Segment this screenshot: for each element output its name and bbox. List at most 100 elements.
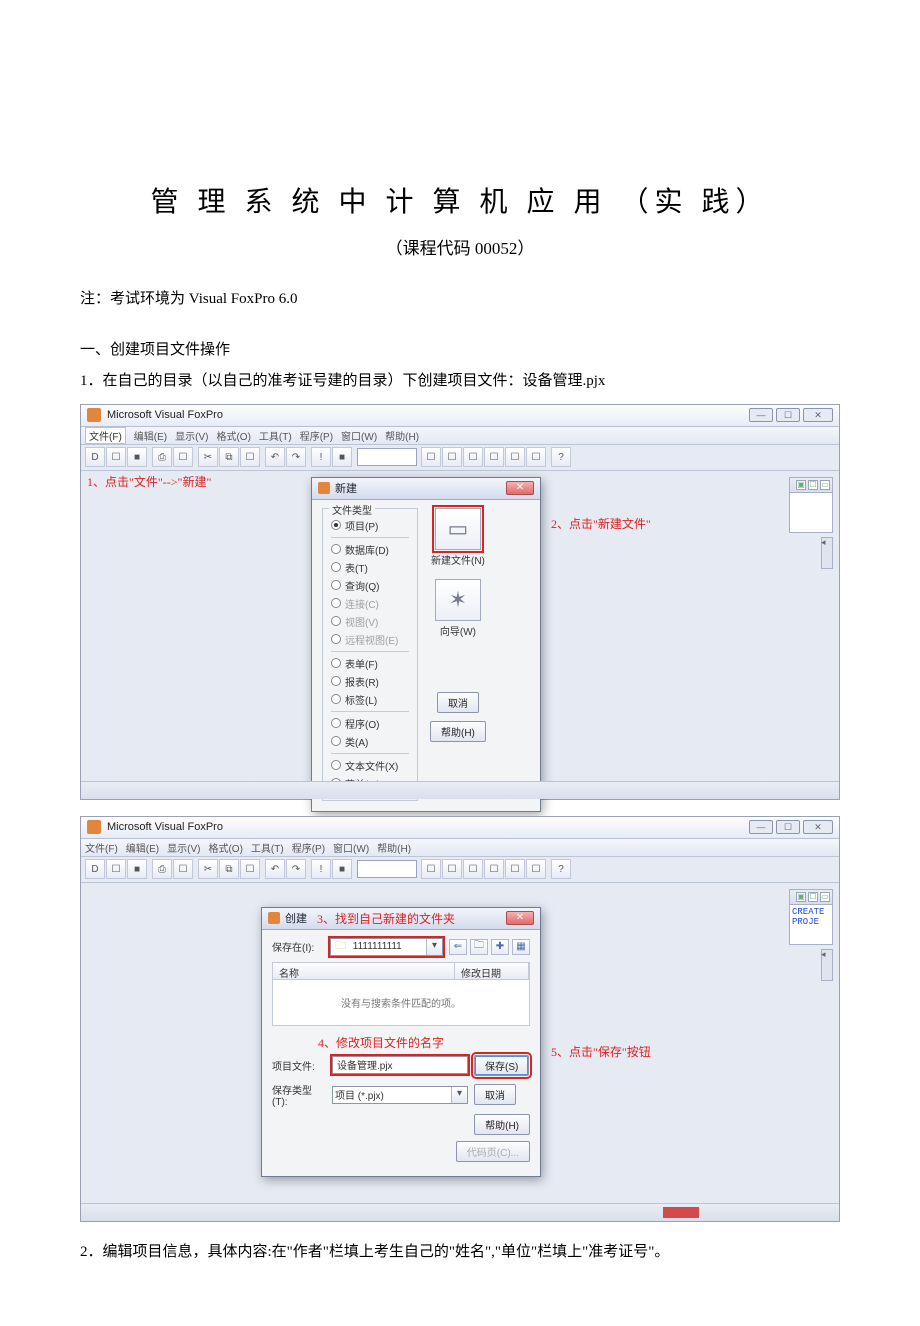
- menu-format[interactable]: 格式(O): [216, 428, 250, 443]
- menu-format[interactable]: 格式(O): [208, 840, 242, 855]
- tool-win-icon[interactable]: ☐: [526, 447, 546, 467]
- menu-view[interactable]: 显示(V): [175, 428, 208, 443]
- chevron-down-icon[interactable]: ▾: [426, 939, 442, 955]
- new-icon[interactable]: D: [85, 447, 105, 467]
- menu-help[interactable]: 帮助(H): [385, 428, 419, 443]
- menu-edit[interactable]: 编辑(E): [126, 840, 159, 855]
- save-button[interactable]: 保存(S): [474, 1055, 529, 1076]
- cut-icon[interactable]: ✂: [198, 859, 218, 879]
- stop-icon[interactable]: ■: [332, 447, 352, 467]
- panel-icon[interactable]: ▭: [820, 892, 830, 902]
- radio-form[interactable]: 表单(F): [331, 656, 409, 671]
- copy-icon[interactable]: ⧉: [219, 859, 239, 879]
- save-icon[interactable]: ■: [127, 859, 147, 879]
- back-icon[interactable]: ⇐: [449, 939, 467, 955]
- help-button[interactable]: 帮助(H): [474, 1114, 530, 1135]
- stop-icon[interactable]: ■: [332, 859, 352, 879]
- scroll-thumb[interactable]: [821, 949, 833, 981]
- menu-window[interactable]: 窗口(W): [333, 840, 369, 855]
- radio-table[interactable]: 表(T): [331, 560, 409, 575]
- panel-icon[interactable]: ▣: [796, 480, 806, 490]
- radio-label[interactable]: 标签(L): [331, 692, 409, 707]
- menu-edit[interactable]: 编辑(E): [134, 428, 167, 443]
- redo-icon[interactable]: ↷: [286, 859, 306, 879]
- cancel-button[interactable]: 取消: [437, 692, 479, 713]
- maximize-button[interactable]: ☐: [776, 820, 800, 834]
- menu-file[interactable]: 文件(F): [85, 840, 118, 855]
- command-window[interactable]: CREATE PROJE: [789, 905, 833, 945]
- col-date[interactable]: 修改日期: [455, 963, 529, 979]
- undo-icon[interactable]: ↶: [265, 859, 285, 879]
- panel-icon[interactable]: ☐: [808, 480, 818, 490]
- tool-c-icon[interactable]: ☐: [463, 447, 483, 467]
- paste-icon[interactable]: ☐: [240, 447, 260, 467]
- run-icon[interactable]: !: [311, 447, 331, 467]
- radio-query[interactable]: 查询(Q): [331, 578, 409, 593]
- new-file-button[interactable]: ▭: [435, 508, 481, 550]
- redo-icon[interactable]: ↷: [286, 447, 306, 467]
- tool-d-icon[interactable]: ☐: [484, 447, 504, 467]
- toolbar-help-icon[interactable]: ?: [551, 447, 571, 467]
- preview-icon[interactable]: ☐: [173, 447, 193, 467]
- minimize-button[interactable]: —: [749, 820, 773, 834]
- tool-d-icon[interactable]: ☐: [484, 859, 504, 879]
- menu-program[interactable]: 程序(P): [292, 840, 325, 855]
- scroll-thumb[interactable]: [821, 537, 833, 569]
- tool-c-icon[interactable]: ☐: [463, 859, 483, 879]
- menu-view[interactable]: 显示(V): [167, 840, 200, 855]
- panel-icon[interactable]: ▣: [796, 892, 806, 902]
- menu-tools[interactable]: 工具(T): [251, 840, 284, 855]
- tool-a-icon[interactable]: ☐: [421, 447, 441, 467]
- toolbar-input[interactable]: [357, 860, 417, 878]
- panel-icon[interactable]: ▭: [820, 480, 830, 490]
- tool-b-icon[interactable]: ☐: [442, 447, 462, 467]
- radio-project[interactable]: 项目(P): [331, 518, 409, 533]
- tool-db-icon[interactable]: ☐: [505, 859, 525, 879]
- panel-icon[interactable]: ☐: [808, 892, 818, 902]
- radio-textfile[interactable]: 文本文件(X): [331, 758, 409, 773]
- preview-icon[interactable]: ☐: [173, 859, 193, 879]
- tool-a-icon[interactable]: ☐: [421, 859, 441, 879]
- menu-program[interactable]: 程序(P): [300, 428, 333, 443]
- views-icon[interactable]: ▦: [512, 939, 530, 955]
- close-button[interactable]: ✕: [803, 820, 833, 834]
- tool-b-icon[interactable]: ☐: [442, 859, 462, 879]
- help-button[interactable]: 帮助(H): [430, 721, 486, 742]
- maximize-button[interactable]: ☐: [776, 408, 800, 422]
- radio-report[interactable]: 报表(R): [331, 674, 409, 689]
- paste-icon[interactable]: ☐: [240, 859, 260, 879]
- menu-file[interactable]: 文件(F): [85, 427, 126, 444]
- newfolder-icon[interactable]: ✚: [491, 939, 509, 955]
- toolbar-help-icon[interactable]: ?: [551, 859, 571, 879]
- projectfile-input[interactable]: 设备管理.pjx: [332, 1056, 468, 1074]
- undo-icon[interactable]: ↶: [265, 447, 285, 467]
- close-button[interactable]: ✕: [803, 408, 833, 422]
- menu-tools[interactable]: 工具(T): [259, 428, 292, 443]
- open-icon[interactable]: ☐: [106, 447, 126, 467]
- run-icon[interactable]: !: [311, 859, 331, 879]
- copy-icon[interactable]: ⧉: [219, 447, 239, 467]
- cut-icon[interactable]: ✂: [198, 447, 218, 467]
- open-icon[interactable]: ☐: [106, 859, 126, 879]
- save-icon[interactable]: ■: [127, 447, 147, 467]
- minimize-button[interactable]: —: [749, 408, 773, 422]
- radio-database[interactable]: 数据库(D): [331, 542, 409, 557]
- up-icon[interactable]: 🗀: [470, 939, 488, 955]
- cancel-button[interactable]: 取消: [474, 1084, 516, 1105]
- dialog-close-icon[interactable]: ✕: [506, 481, 534, 495]
- savetype-combo[interactable]: 项目 (*.pjx) ▾: [332, 1086, 468, 1104]
- toolbar-input[interactable]: [357, 448, 417, 466]
- menu-help[interactable]: 帮助(H): [377, 840, 411, 855]
- radio-class[interactable]: 类(A): [331, 734, 409, 749]
- tool-db-icon[interactable]: ☐: [505, 447, 525, 467]
- chevron-down-icon[interactable]: ▾: [451, 1087, 467, 1103]
- radio-program[interactable]: 程序(O): [331, 716, 409, 731]
- new-icon[interactable]: D: [85, 859, 105, 879]
- wizard-button[interactable]: ✶: [435, 579, 481, 621]
- savein-combo[interactable]: 🗀 1111111111 ▾: [330, 938, 443, 956]
- print-icon[interactable]: ⎙: [152, 859, 172, 879]
- print-icon[interactable]: ⎙: [152, 447, 172, 467]
- col-name[interactable]: 名称: [273, 963, 455, 979]
- command-window[interactable]: [789, 493, 833, 533]
- tool-win-icon[interactable]: ☐: [526, 859, 546, 879]
